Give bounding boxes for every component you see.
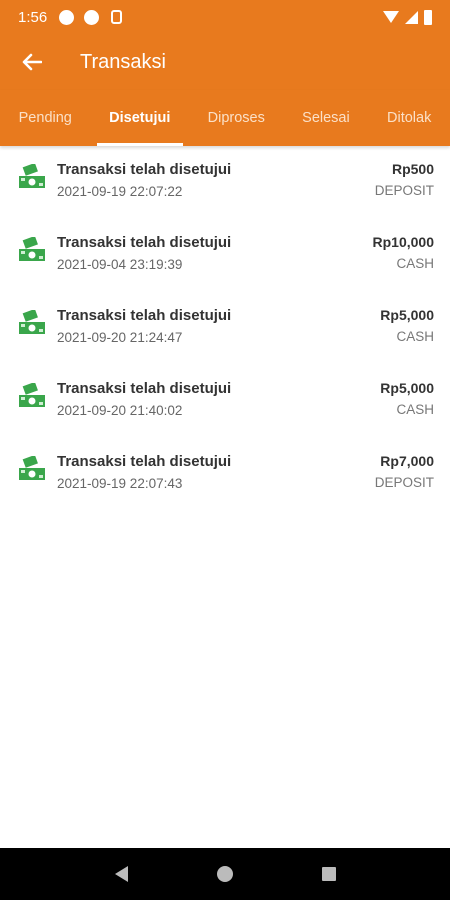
tab-bar: Pending Disetujui Diproses Selesai Ditol… (0, 90, 450, 146)
nav-recents-icon[interactable] (321, 867, 336, 881)
transaction-type: DEPOSIT (374, 183, 434, 198)
tab-label: Ditolak (387, 110, 432, 126)
transaction-row[interactable]: Transaksi telah disetujui 2021-09-19 22:… (0, 146, 450, 219)
transaction-title: Transaksi telah disetujui (57, 161, 232, 178)
money-icon (19, 237, 45, 261)
transaction-row[interactable]: Transaksi telah disetujui 2021-09-19 22:… (0, 438, 450, 511)
transaction-row[interactable]: Transaksi telah disetujui 2021-09-20 21:… (0, 292, 450, 365)
money-icon (19, 310, 45, 334)
transaction-title: Transaksi telah disetujui (57, 380, 232, 397)
system-nav-bar (0, 848, 450, 900)
tab-label: Disetujui (109, 110, 171, 126)
arrow-left-icon (22, 53, 42, 71)
transaction-amount: Rp5,000 (380, 380, 434, 396)
transaction-info: Transaksi telah disetujui 2021-09-20 21:… (57, 380, 314, 418)
transaction-list: Transaksi telah disetujui 2021-09-19 22:… (0, 146, 450, 511)
sim-icon (111, 10, 123, 24)
transaction-date: 2021-09-04 23:19:39 (57, 257, 183, 272)
transaction-amount: Rp7,000 (380, 453, 434, 469)
nav-home-icon[interactable] (216, 866, 233, 882)
status-time: 1:56 (18, 8, 48, 26)
status-bar: 1:56 (0, 0, 450, 34)
transaction-info: Transaksi telah disetujui 2021-09-19 22:… (57, 453, 314, 491)
transaction-title: Transaksi telah disetujui (57, 453, 232, 470)
status-indicators (383, 9, 432, 25)
transaction-amount: Rp10,000 (372, 234, 434, 250)
nav-back-icon[interactable] (114, 866, 128, 882)
notification-dot-icon (59, 9, 75, 25)
tab-disetujui[interactable]: Disetujui (91, 90, 190, 146)
transaction-summary: Rp500 DEPOSIT (314, 161, 434, 198)
transaction-type: CASH (396, 402, 434, 417)
money-icon (19, 456, 45, 480)
transaction-info: Transaksi telah disetujui 2021-09-04 23:… (57, 234, 314, 272)
transaction-amount: Rp5,000 (380, 307, 434, 323)
transaction-info: Transaksi telah disetujui 2021-09-19 22:… (57, 161, 314, 199)
money-icon (19, 164, 45, 188)
transaction-info: Transaksi telah disetujui 2021-09-20 21:… (57, 307, 314, 345)
tab-diproses[interactable]: Diproses (189, 90, 284, 146)
tab-pending[interactable]: Pending (0, 90, 91, 146)
transaction-date: 2021-09-20 21:24:47 (57, 330, 183, 345)
tab-selesai[interactable]: Selesai (284, 90, 369, 146)
transaction-row[interactable]: Transaksi telah disetujui 2021-09-04 23:… (0, 219, 450, 292)
transaction-summary: Rp7,000 DEPOSIT (314, 453, 434, 490)
transaction-summary: Rp10,000 CASH (314, 234, 434, 271)
tab-ditolak[interactable]: Ditolak (368, 90, 450, 146)
transaction-summary: Rp5,000 CASH (314, 380, 434, 417)
tab-label: Pending (18, 110, 72, 126)
transaction-type: DEPOSIT (374, 475, 434, 490)
transaction-amount: Rp500 (391, 161, 434, 177)
money-icon (19, 383, 45, 407)
transaction-title: Transaksi telah disetujui (57, 234, 232, 251)
transaction-date: 2021-09-19 22:07:43 (57, 476, 183, 491)
tab-label: Diproses (207, 110, 265, 126)
tab-label: Selesai (302, 110, 350, 126)
signal-icon (405, 10, 418, 24)
page-title: Transaksi (80, 50, 166, 73)
transaction-row[interactable]: Transaksi telah disetujui 2021-09-20 21:… (0, 365, 450, 438)
wifi-icon (383, 11, 399, 23)
battery-icon (424, 9, 432, 25)
transaction-date: 2021-09-19 22:07:22 (57, 184, 183, 199)
transaction-type: CASH (396, 329, 434, 344)
transaction-title: Transaksi telah disetujui (57, 307, 232, 324)
app-bar: Transaksi (0, 34, 450, 90)
transaction-date: 2021-09-20 21:40:02 (57, 403, 183, 418)
transaction-summary: Rp5,000 CASH (314, 307, 434, 344)
transaction-type: CASH (396, 256, 434, 271)
back-button[interactable] (0, 34, 64, 90)
notification-dot-icon (84, 9, 100, 25)
